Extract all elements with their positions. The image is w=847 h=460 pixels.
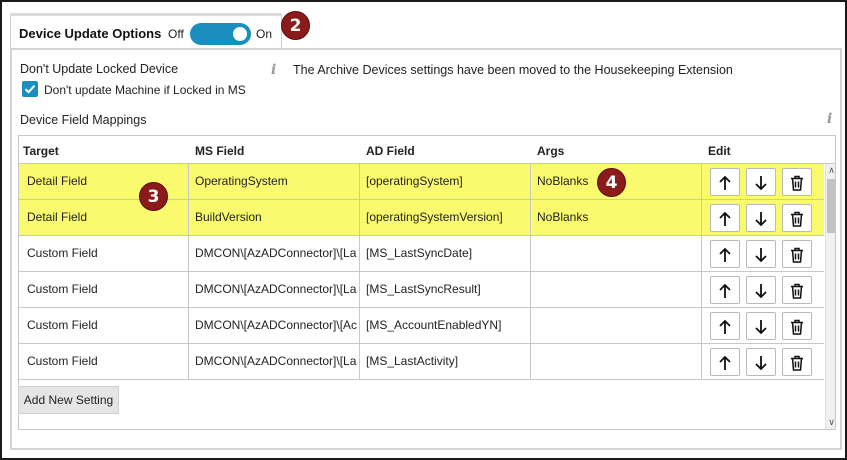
scrollbar-thumb[interactable]	[827, 179, 835, 233]
column-header-ad-field[interactable]: AD Field	[366, 144, 415, 158]
device-update-toggle[interactable]	[190, 23, 251, 45]
cell-ad-field: [MS_LastSyncResult]	[360, 272, 531, 307]
dont-update-locked-label: Don't update Machine if Locked in MS	[44, 83, 246, 97]
delete-button[interactable]	[782, 240, 812, 268]
column-header-ms-field[interactable]: MS Field	[195, 144, 244, 158]
cell-edit	[702, 236, 824, 271]
table-row[interactable]: Custom Field DMCON\[AzADConnector]\[La […	[19, 272, 824, 308]
cell-edit	[702, 164, 824, 199]
scroll-down-icon[interactable]: ∨	[826, 417, 835, 429]
move-up-button[interactable]	[710, 204, 740, 232]
cell-edit	[702, 200, 824, 235]
move-down-button[interactable]	[746, 348, 776, 376]
arrow-down-icon	[755, 248, 767, 263]
arrow-up-icon	[719, 211, 731, 226]
arrow-down-icon	[755, 212, 767, 227]
cell-ad-field: [operatingSystem]	[360, 164, 531, 199]
move-up-button[interactable]	[710, 240, 740, 268]
arrow-down-icon	[755, 176, 767, 191]
trash-icon	[791, 247, 803, 263]
column-header-args[interactable]: Args	[537, 144, 564, 158]
toggle-knob	[233, 27, 247, 41]
cell-edit	[702, 272, 824, 307]
cell-edit	[702, 344, 824, 379]
cell-ad-field: [MS_LastActivity]	[360, 344, 531, 379]
table-row[interactable]: Custom Field DMCON\[AzADConnector]\[Ac […	[19, 308, 824, 344]
annotation-badge-2: 2	[281, 11, 310, 40]
cell-target: Custom Field	[19, 344, 189, 379]
cell-target: Custom Field	[19, 236, 189, 271]
cell-ad-field: [operatingSystemVersion]	[360, 200, 531, 235]
arrow-up-icon	[719, 283, 731, 298]
arrow-down-icon	[755, 284, 767, 299]
trash-icon	[791, 355, 803, 371]
cell-ms-field: DMCON\[AzADConnector]\[La	[189, 272, 360, 307]
window-frame: Device Update Options Off On 2 Don't Upd…	[0, 0, 847, 460]
annotation-badge-4: 4	[597, 168, 626, 197]
cell-ms-field: BuildVersion	[189, 200, 360, 235]
cell-ms-field: DMCON\[AzADConnector]\[Ac	[189, 308, 360, 343]
dont-update-locked-checkbox[interactable]	[22, 81, 38, 97]
cell-ad-field: [MS_AccountEnabledYN]	[360, 308, 531, 343]
cell-target: Custom Field	[19, 308, 189, 343]
device-field-mappings-label: Device Field Mappings	[20, 113, 147, 127]
table-row[interactable]: Detail Field BuildVersion [operatingSyst…	[19, 200, 824, 236]
field-mappings-grid: Target MS Field AD Field Args Edit Detai…	[18, 135, 836, 430]
cell-args	[531, 272, 702, 307]
trash-icon	[791, 175, 803, 191]
move-up-button[interactable]	[710, 312, 740, 340]
archive-message: The Archive Devices settings have been m…	[293, 63, 733, 77]
check-icon	[24, 84, 36, 94]
move-up-button[interactable]	[710, 276, 740, 304]
add-new-setting-button[interactable]: Add New Setting	[18, 386, 119, 414]
cell-ms-field: OperatingSystem	[189, 164, 360, 199]
delete-button[interactable]	[782, 276, 812, 304]
toggle-on-label: On	[256, 27, 273, 41]
trash-icon	[791, 283, 803, 299]
cell-ad-field: [MS_LastSyncDate]	[360, 236, 531, 271]
delete-button[interactable]	[782, 168, 812, 196]
table-row[interactable]: Custom Field DMCON\[AzADConnector]\[La […	[19, 236, 824, 272]
move-down-button[interactable]	[746, 240, 776, 268]
delete-button[interactable]	[782, 204, 812, 232]
vertical-scrollbar[interactable]: ∧ ∨	[825, 164, 835, 429]
delete-button[interactable]	[782, 348, 812, 376]
cell-target: Custom Field	[19, 272, 189, 307]
grid-header: Target MS Field AD Field Args Edit	[19, 136, 835, 164]
arrow-up-icon	[719, 319, 731, 334]
info-icon: i	[827, 111, 833, 127]
column-header-target[interactable]: Target	[23, 144, 59, 158]
arrow-down-icon	[755, 356, 767, 371]
move-down-button[interactable]	[746, 168, 776, 196]
locked-device-label: Don't Update Locked Device	[20, 62, 179, 76]
device-update-options-header: Device Update Options Off On	[10, 13, 282, 49]
header-title: Device Update Options	[19, 26, 162, 41]
arrow-up-icon	[719, 247, 731, 262]
table-row[interactable]: Custom Field DMCON\[AzADConnector]\[La […	[19, 344, 824, 380]
toggle-off-label: Off	[168, 27, 184, 41]
cell-args	[531, 308, 702, 343]
trash-icon	[791, 319, 803, 335]
annotation-badge-3: 3	[139, 182, 168, 211]
delete-button[interactable]	[782, 312, 812, 340]
cell-ms-field: DMCON\[AzADConnector]\[La	[189, 344, 360, 379]
trash-icon	[791, 211, 803, 227]
arrow-up-icon	[719, 355, 731, 370]
cell-args	[531, 344, 702, 379]
cell-ms-field: DMCON\[AzADConnector]\[La	[189, 236, 360, 271]
move-down-button[interactable]	[746, 276, 776, 304]
arrow-down-icon	[755, 320, 767, 335]
move-down-button[interactable]	[746, 204, 776, 232]
info-icon: i	[271, 62, 277, 78]
cell-edit	[702, 308, 824, 343]
cell-args	[531, 236, 702, 271]
scroll-up-icon[interactable]: ∧	[826, 165, 835, 177]
move-up-button[interactable]	[710, 348, 740, 376]
move-up-button[interactable]	[710, 168, 740, 196]
move-down-button[interactable]	[746, 312, 776, 340]
column-header-edit[interactable]: Edit	[708, 144, 731, 158]
cell-args: NoBlanks	[531, 200, 702, 235]
arrow-up-icon	[719, 175, 731, 190]
options-panel: Don't Update Locked Device Don't update …	[10, 48, 842, 450]
